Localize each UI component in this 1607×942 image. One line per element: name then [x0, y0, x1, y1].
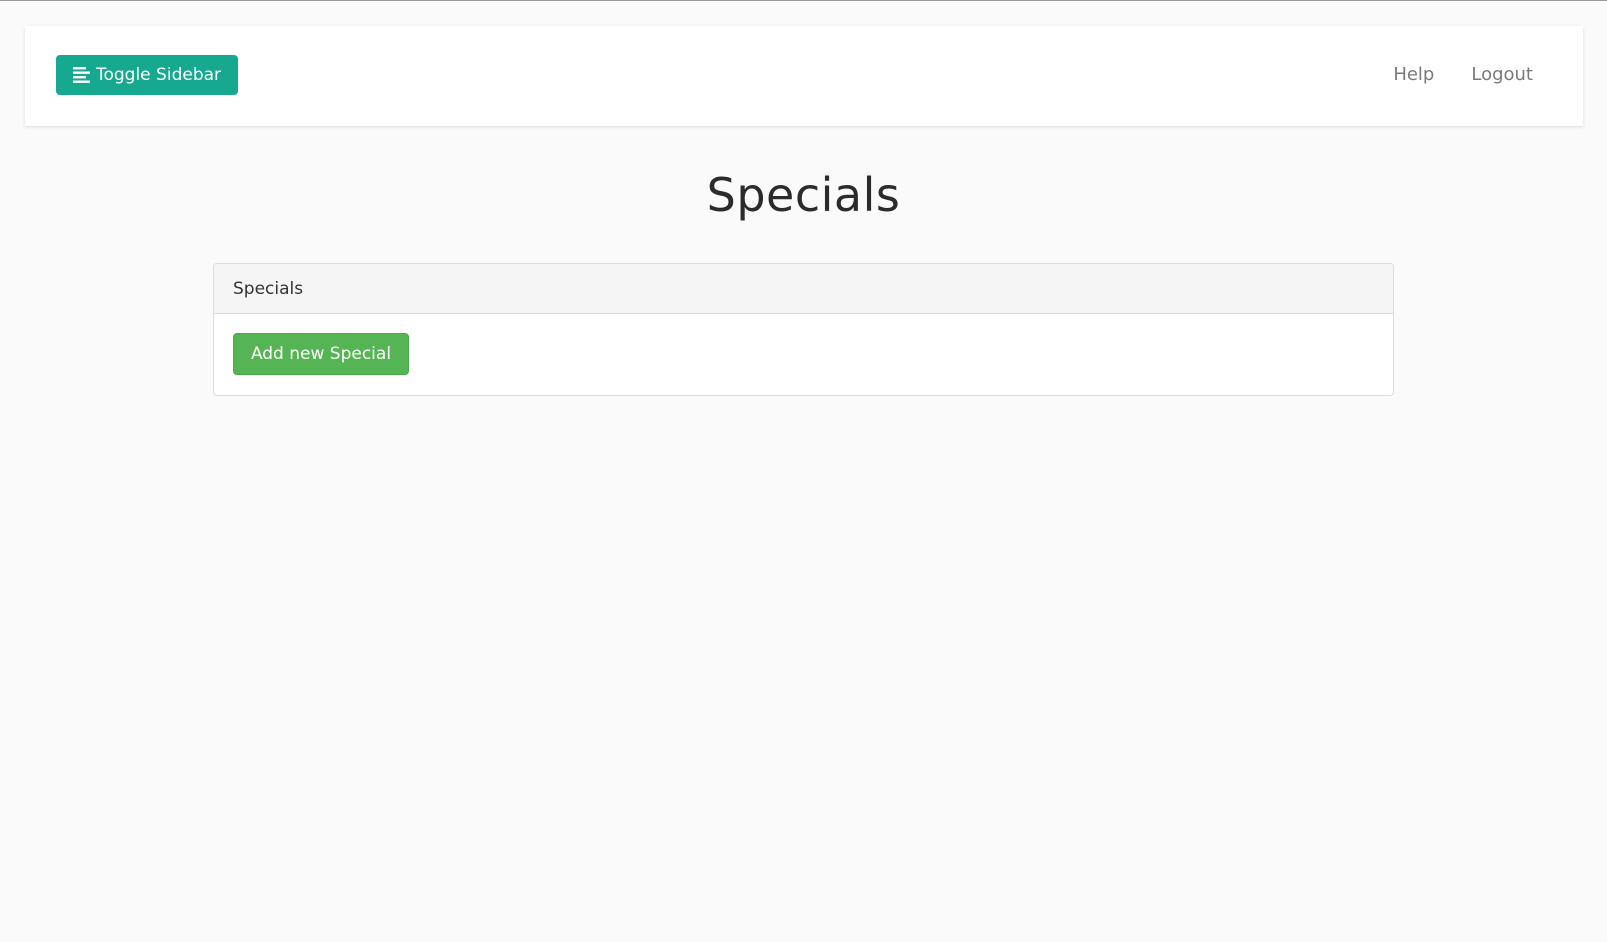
- navbar-links: Help Logout: [1393, 64, 1533, 85]
- page-title: Specials: [706, 168, 901, 222]
- add-new-special-button[interactable]: Add new Special: [233, 333, 409, 375]
- specials-panel: Specials Add new Special: [213, 263, 1394, 396]
- toggle-sidebar-label: Toggle Sidebar: [95, 65, 222, 85]
- top-navbar: Toggle Sidebar Help Logout: [25, 26, 1583, 126]
- logout-link[interactable]: Logout: [1471, 64, 1533, 85]
- panel-body: Add new Special: [214, 314, 1393, 394]
- align-left-icon: [72, 67, 91, 83]
- top-border: [0, 0, 1607, 1]
- panel-heading: Specials: [214, 264, 1393, 314]
- toggle-sidebar-button[interactable]: Toggle Sidebar: [56, 55, 238, 95]
- help-link[interactable]: Help: [1393, 64, 1434, 85]
